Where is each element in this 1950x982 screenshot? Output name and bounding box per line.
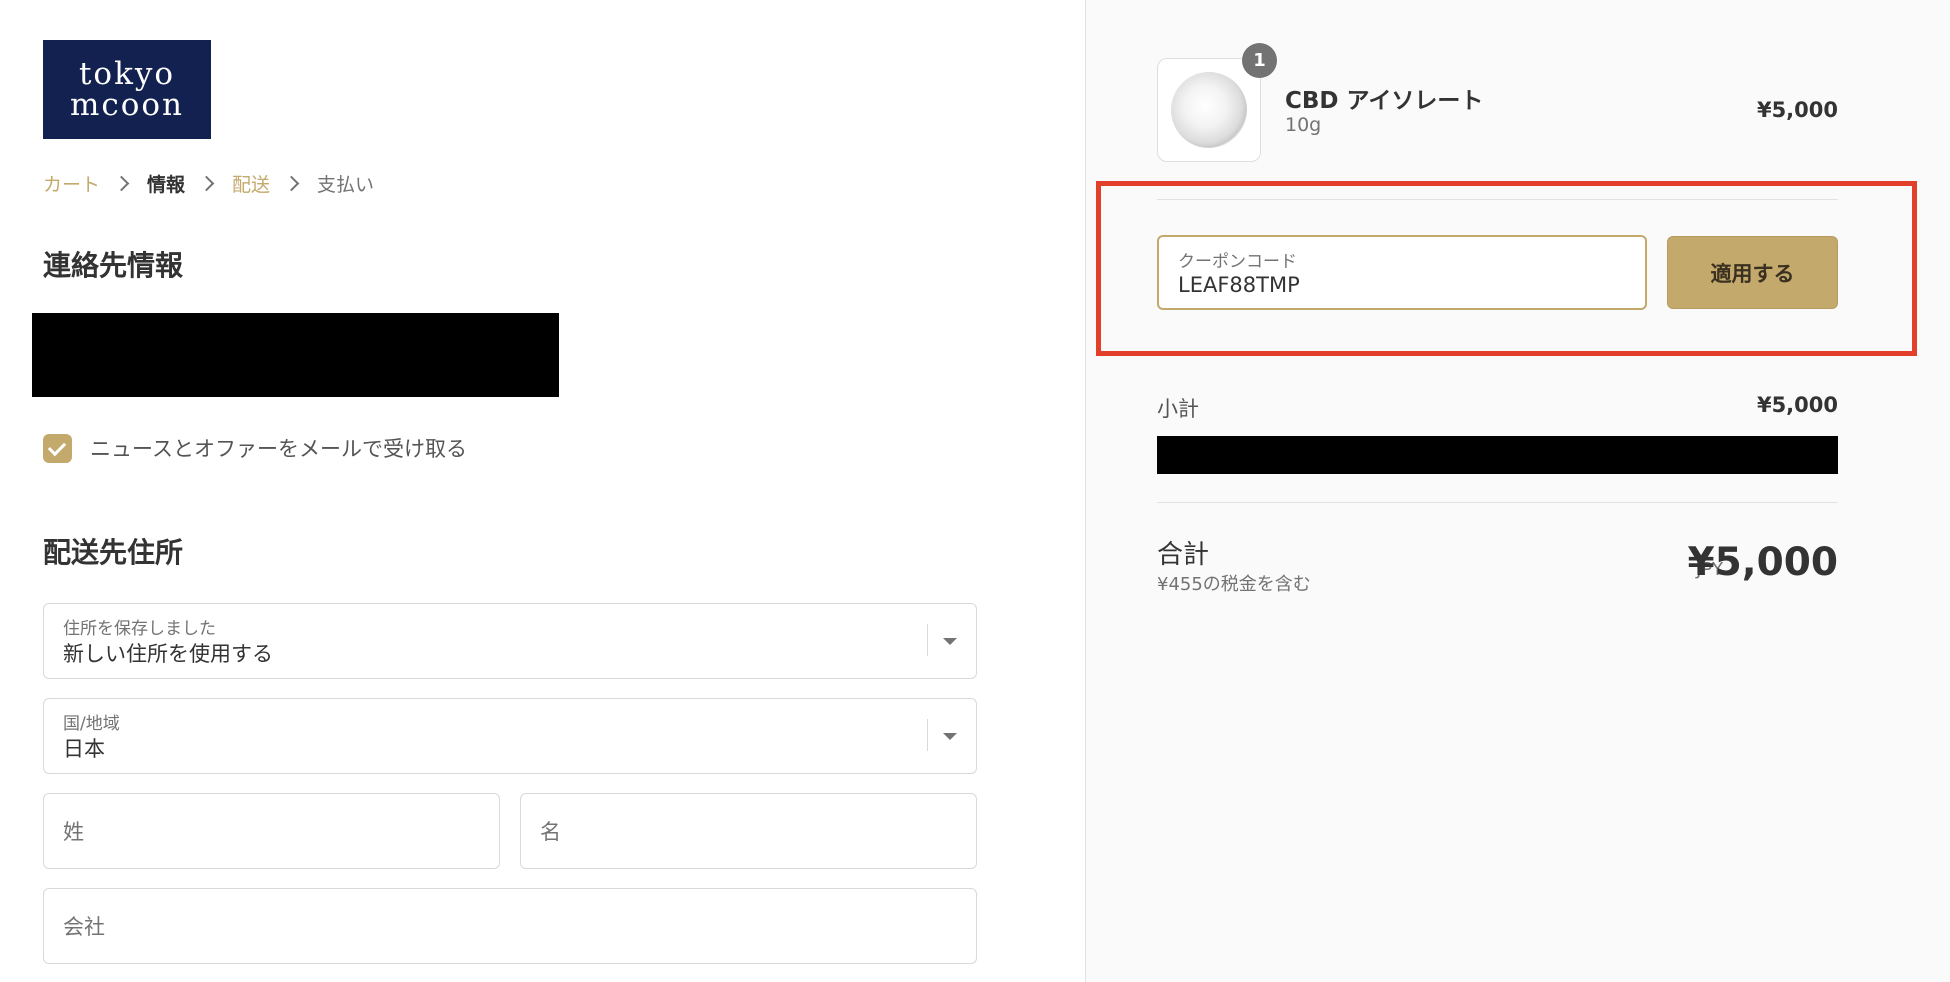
select-divider: [927, 719, 928, 751]
subtotal-value: ¥5,000: [1756, 393, 1838, 417]
newsletter-label: ニュースとオファーをメールで受け取る: [90, 437, 467, 461]
country-select[interactable]: 国/地域 日本: [43, 698, 977, 774]
last-name-input[interactable]: 姓: [43, 793, 500, 869]
chevron-right-icon: [198, 175, 215, 191]
newsletter-option[interactable]: ニュースとオファーをメールで受け取る: [43, 433, 467, 463]
select-divider: [927, 624, 928, 656]
product-price: ¥5,000: [1756, 98, 1838, 122]
quantity-badge: 1: [1242, 43, 1277, 78]
store-logo[interactable]: tokyo mcoon: [43, 40, 211, 139]
total-value: ¥5,000: [1687, 540, 1839, 585]
company-input[interactable]: 会社: [43, 888, 977, 964]
company-placeholder: 会社: [63, 915, 105, 939]
breadcrumb-shipping[interactable]: 配送: [232, 170, 270, 197]
product-name: CBD アイソレート: [1285, 88, 1484, 114]
caret-down-icon: [943, 733, 957, 740]
total-label: 合計: [1157, 540, 1210, 570]
last-name-placeholder: 姓: [63, 820, 84, 844]
tax-note: ¥455の税金を含む: [1157, 574, 1311, 595]
logo-text-line1: tokyo: [78, 55, 176, 92]
divider: [1157, 502, 1838, 503]
first-name-placeholder: 名: [540, 820, 561, 844]
coupon-code-value: LEAF88TMP: [1178, 273, 1300, 297]
breadcrumb-cart[interactable]: カート: [43, 170, 100, 197]
redacted-email-field: [32, 313, 559, 397]
checkout-main: tokyo mcoon カート 情報 配送 支払い 連絡先情報 ニュースとオファ…: [0, 0, 1085, 982]
redacted-shipping-line: [1157, 436, 1838, 474]
contact-section-title: 連絡先情報: [43, 249, 184, 282]
product-image: [1171, 72, 1247, 148]
coupon-code-label: クーポンコード: [1178, 252, 1297, 272]
saved-address-label: 住所を保存しました: [63, 619, 216, 639]
coupon-code-input[interactable]: クーポンコード LEAF88TMP: [1157, 235, 1647, 310]
subtotal-label: 小計: [1157, 397, 1199, 421]
logo-text-line2: mcoon: [69, 86, 185, 123]
country-label: 国/地域: [63, 714, 120, 734]
first-name-input[interactable]: 名: [520, 793, 977, 869]
shipping-section-title: 配送先住所: [43, 536, 184, 569]
product-thumbnail: [1157, 58, 1261, 162]
country-value: 日本: [63, 737, 105, 761]
saved-address-value: 新しい住所を使用する: [63, 642, 273, 666]
apply-coupon-button[interactable]: 適用する: [1667, 236, 1838, 309]
breadcrumb-payment: 支払い: [317, 173, 375, 196]
breadcrumb: カート 情報 配送 支払い: [43, 170, 374, 196]
chevron-right-icon: [113, 175, 130, 191]
caret-down-icon: [943, 638, 957, 645]
chevron-right-icon: [283, 175, 300, 191]
product-variant: 10g: [1285, 114, 1322, 136]
saved-address-select[interactable]: 住所を保存しました 新しい住所を使用する: [43, 603, 977, 679]
newsletter-checkbox[interactable]: [43, 433, 72, 463]
breadcrumb-information: 情報: [147, 173, 186, 196]
